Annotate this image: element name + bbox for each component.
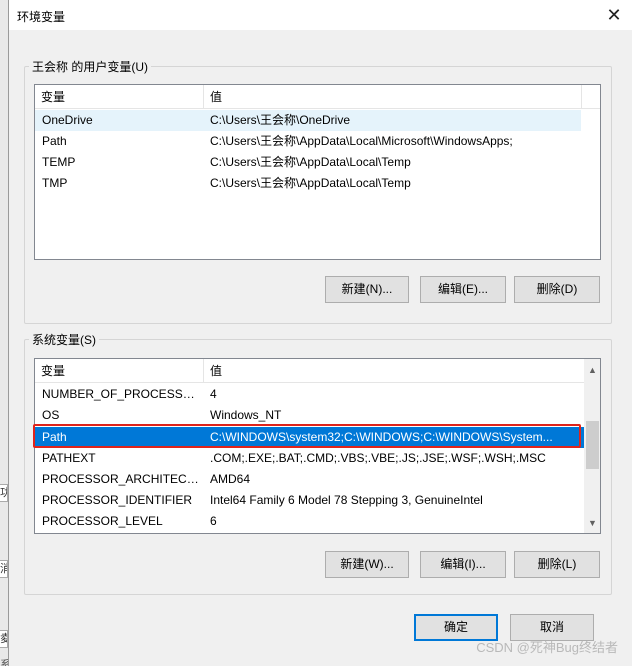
variable-value: 6 [210,514,217,528]
variable-name: Path [42,134,67,148]
close-button[interactable]: ✕ [599,2,629,28]
background-build-text: 系统内部版本 19042.867 [0,659,8,666]
watermark: CSDN @死神Bug终结者 [476,640,618,655]
user-new-button[interactable]: 新建(N)... [325,276,409,303]
user-variables-list[interactable]: 变量 值 OneDrive C:\Users\王会称\OneDrive Path… [34,84,601,260]
background-fragment: 功 [0,484,8,502]
column-header-name[interactable]: 变量 [35,85,203,109]
variable-name: TEMP [42,155,76,169]
column-header-value[interactable]: 值 [204,85,222,109]
scroll-up-icon[interactable]: ▲ [584,362,600,379]
variable-value: C:\Users\王会称\AppData\Local\Temp [210,155,411,169]
background-window: 功 消 夌 [0,0,8,666]
variable-name: NUMBER_OF_PROCESSORS [42,387,202,401]
vertical-scrollbar[interactable]: ▲ ▼ [584,359,600,533]
user-variables-label: 王会称 的用户变量(U) [29,58,151,75]
variable-value: .COM;.EXE;.BAT;.CMD;.VBS;.VBE;.JS;.JSE;.… [210,451,546,465]
variable-name: PROCESSOR_IDENTIFIER [42,493,193,507]
system-delete-button[interactable]: 删除(L) [514,551,600,578]
list-item[interactable]: PROCESSOR_LEVEL 6 [35,511,584,532]
scroll-thumb[interactable] [586,421,599,469]
column-separator [581,85,582,109]
scroll-down-icon[interactable]: ▼ [584,515,600,532]
system-edit-button[interactable]: 编辑(I)... [420,551,506,578]
background-fragment: 消 [0,560,8,578]
variable-value: 4 [210,387,217,401]
background-fragment: 夌 [0,630,8,648]
system-new-button[interactable]: 新建(W)... [325,551,409,578]
list-item[interactable]: OS Windows_NT [35,405,584,426]
list-item[interactable]: NUMBER_OF_PROCESSORS 4 [35,384,584,405]
variable-name: OneDrive [42,113,93,127]
system-variables-label: 系统变量(S) [29,331,99,348]
list-item[interactable]: TMP C:\Users\王会称\AppData\Local\Temp [35,173,581,194]
list-item[interactable]: PROCESSOR_ARCHITECT... AMD64 [35,469,584,490]
user-delete-button[interactable]: 删除(D) [514,276,600,303]
variable-value: C:\Users\王会称\AppData\Local\Microsoft\Win… [210,134,513,148]
list-item[interactable]: PROCESSOR_IDENTIFIER Intel64 Family 6 Mo… [35,490,584,511]
variable-value: Windows_NT [210,408,282,422]
list-item[interactable]: OneDrive C:\Users\王会称\OneDrive [35,110,581,131]
environment-variables-dialog: 环境变量 ✕ 王会称 的用户变量(U) 变量 值 OneDrive C:\Use… [8,0,632,666]
variable-value: C:\Users\王会称\OneDrive [210,113,351,127]
variable-value: Intel64 Family 6 Model 78 Stepping 3, Ge… [210,493,483,507]
list-item[interactable]: Path C:\Users\王会称\AppData\Local\Microsof… [35,131,581,152]
user-edit-button[interactable]: 编辑(E)... [420,276,506,303]
column-header-name[interactable]: 变量 [35,359,203,383]
list-header: 变量 值 [35,85,600,109]
variable-name: PROCESSOR_LEVEL [42,514,163,528]
variable-value: C:\Users\王会称\AppData\Local\Temp [210,176,411,190]
highlight-annotation [33,424,581,448]
variable-name: PROCESSOR_ARCHITECT... [42,472,202,486]
list-header: 变量 值 [35,359,600,383]
variable-name: TMP [42,176,68,190]
column-header-value[interactable]: 值 [204,359,222,383]
window-title: 环境变量 [17,10,66,24]
variable-value: AMD64 [210,472,251,486]
variable-name: PATHEXT [42,451,96,465]
variable-name: OS [42,408,60,422]
list-item[interactable]: TEMP C:\Users\王会称\AppData\Local\Temp [35,152,581,173]
title-bar: 环境变量 ✕ [9,0,632,30]
list-item[interactable]: PATHEXT .COM;.EXE;.BAT;.CMD;.VBS;.VBE;.J… [35,448,584,469]
